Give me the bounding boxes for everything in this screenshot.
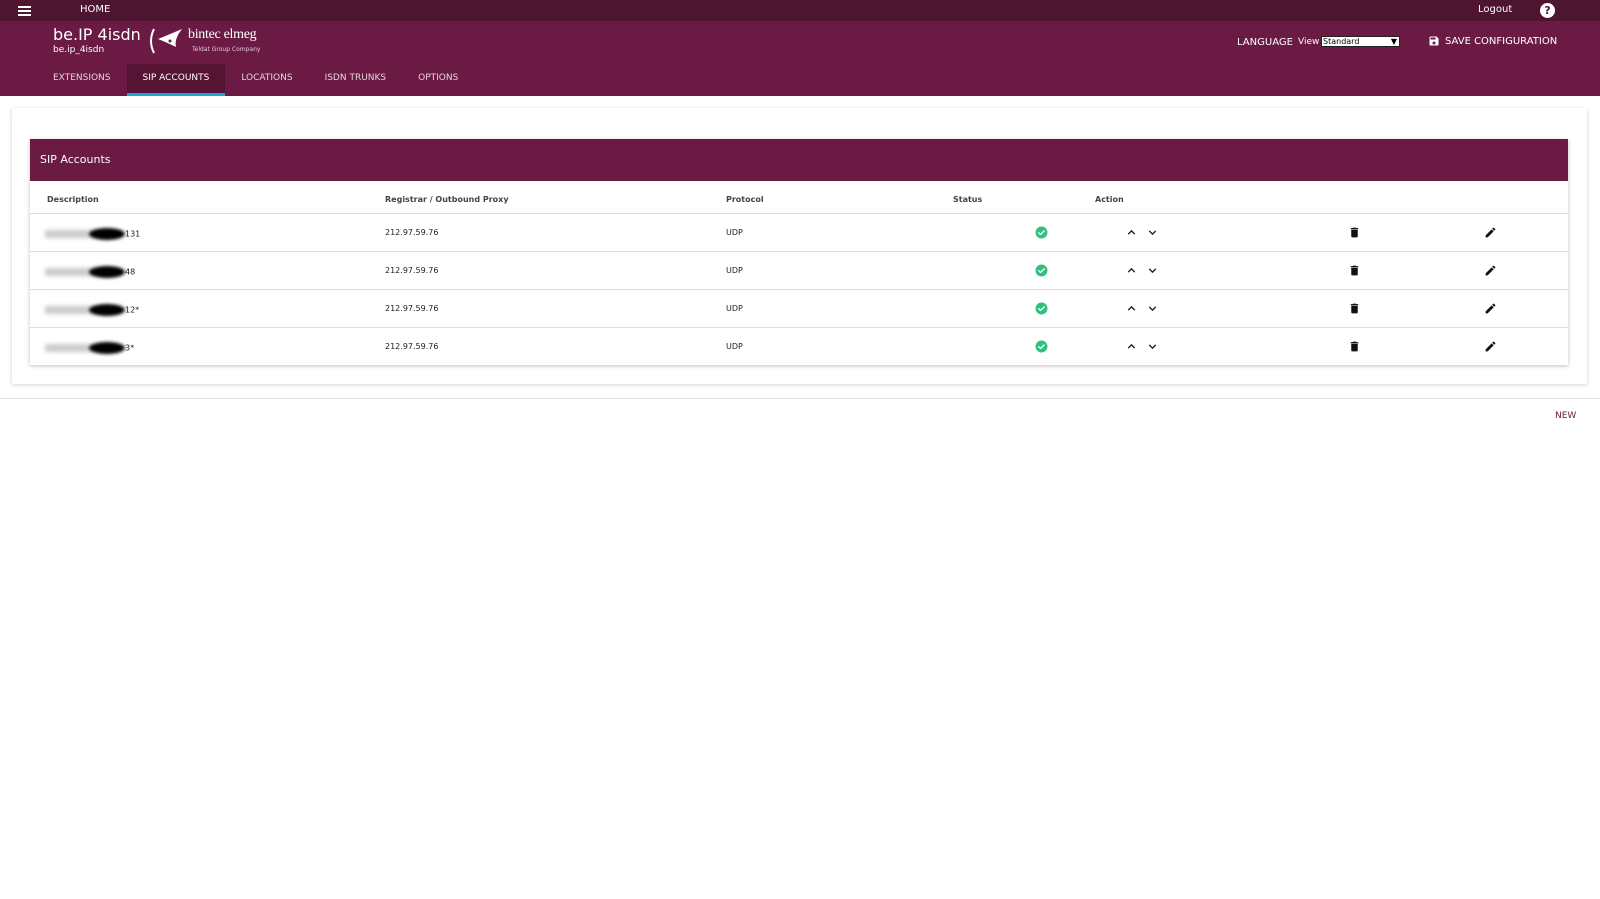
status-ok-icon	[1035, 340, 1048, 353]
redacted-text	[45, 306, 93, 314]
sip-accounts-panel: SIP Accounts Description Registrar / Out…	[30, 139, 1568, 365]
redaction-mark	[89, 228, 125, 240]
content-card: SIP Accounts Description Registrar / Out…	[12, 108, 1587, 384]
move-up-icon[interactable]	[1125, 340, 1138, 353]
reorder-controls	[1125, 226, 1159, 239]
save-icon	[1429, 36, 1439, 46]
protocol-cell: UDP	[726, 228, 743, 237]
table-header: Description Registrar / Outbound Proxy P…	[30, 181, 1568, 214]
tab-extensions[interactable]: EXTENSIONS	[37, 64, 127, 96]
redacted-text	[45, 268, 93, 276]
help-icon[interactable]: ?	[1540, 3, 1555, 18]
registrar-cell: 212.97.59.76	[385, 228, 439, 237]
device-subtitle: be.ip_4isdn	[53, 45, 105, 55]
tab-isdn-trunks[interactable]: ISDN TRUNKS	[309, 64, 403, 96]
description-cell: 48	[45, 266, 135, 278]
status-ok-icon	[1035, 302, 1048, 315]
column-status: Status	[953, 195, 983, 204]
move-down-icon[interactable]	[1146, 264, 1159, 277]
header: be.IP 4isdn be.ip_4isdn bintec elmeg Tel…	[0, 21, 1600, 96]
description-cell: 3*	[45, 342, 134, 354]
logo-subtext: Teldat Group Company	[192, 46, 261, 53]
tab-bar: EXTENSIONS SIP ACCOUNTS LOCATIONS ISDN T…	[37, 64, 474, 96]
description-suffix: 12*	[125, 305, 140, 315]
delete-icon[interactable]	[1348, 302, 1361, 315]
home-link[interactable]: HOME	[80, 4, 110, 15]
tab-options[interactable]: OPTIONS	[402, 64, 474, 96]
save-configuration-label: SAVE CONFIGURATION	[1445, 35, 1558, 47]
table-body: 131 212.97.59.76 UDP 48 212.97.59.76 UDP	[30, 214, 1568, 366]
delete-icon[interactable]	[1348, 340, 1361, 353]
menu-icon[interactable]	[18, 6, 31, 16]
top-bar: HOME Logout ?	[0, 0, 1600, 21]
description-cell: 131	[45, 228, 140, 240]
tab-locations[interactable]: LOCATIONS	[225, 64, 308, 96]
tab-sip-accounts[interactable]: SIP ACCOUNTS	[126, 64, 226, 96]
new-button[interactable]: NEW	[1555, 411, 1576, 421]
reorder-controls	[1125, 264, 1159, 277]
registrar-cell: 212.97.59.76	[385, 342, 439, 351]
column-registrar: Registrar / Outbound Proxy	[385, 195, 509, 204]
status-ok-icon	[1035, 226, 1048, 239]
delete-icon[interactable]	[1348, 264, 1361, 277]
dropdown-arrow-icon: ▼	[1390, 37, 1397, 46]
description-suffix: 131	[125, 229, 141, 239]
registrar-cell: 212.97.59.76	[385, 266, 439, 275]
view-select[interactable]: Standard ▼	[1321, 36, 1400, 47]
delete-icon[interactable]	[1348, 226, 1361, 239]
logo-text: bintec elmeg	[188, 27, 257, 42]
device-title: be.IP 4isdn	[53, 25, 141, 44]
table-row[interactable]: 131 212.97.59.76 UDP	[30, 214, 1568, 252]
edit-icon[interactable]	[1484, 226, 1497, 239]
redacted-text	[45, 230, 93, 238]
table-row[interactable]: 12* 212.97.59.76 UDP	[30, 290, 1568, 328]
edit-icon[interactable]	[1484, 340, 1497, 353]
move-down-icon[interactable]	[1146, 302, 1159, 315]
protocol-cell: UDP	[726, 342, 743, 351]
redaction-mark	[89, 304, 125, 316]
panel-title: SIP Accounts	[30, 139, 1568, 181]
status-ok-icon	[1035, 264, 1048, 277]
brand-logo: bintec elmeg Teldat Group Company	[148, 25, 260, 59]
edit-icon[interactable]	[1484, 264, 1497, 277]
move-down-icon[interactable]	[1146, 226, 1159, 239]
description-suffix: 3*	[125, 343, 135, 353]
description-suffix: 48	[125, 267, 136, 277]
reorder-controls	[1125, 302, 1159, 315]
edit-icon[interactable]	[1484, 302, 1497, 315]
protocol-cell: UDP	[726, 304, 743, 313]
reorder-controls	[1125, 340, 1159, 353]
table-row[interactable]: 3* 212.97.59.76 UDP	[30, 328, 1568, 366]
protocol-cell: UDP	[726, 266, 743, 275]
description-cell: 12*	[45, 304, 139, 316]
bird-logo-icon	[150, 28, 182, 54]
move-down-icon[interactable]	[1146, 340, 1159, 353]
column-protocol: Protocol	[726, 195, 764, 204]
redaction-mark	[89, 266, 125, 278]
move-up-icon[interactable]	[1125, 264, 1138, 277]
save-configuration-button[interactable]: SAVE CONFIGURATION	[1428, 35, 1557, 47]
logout-link[interactable]: Logout	[1478, 4, 1512, 15]
view-label: View	[1298, 37, 1320, 47]
column-description: Description	[47, 195, 99, 204]
move-up-icon[interactable]	[1125, 226, 1138, 239]
table-row[interactable]: 48 212.97.59.76 UDP	[30, 252, 1568, 290]
divider	[0, 398, 1600, 399]
view-select-value: Standard	[1323, 37, 1360, 46]
registrar-cell: 212.97.59.76	[385, 304, 439, 313]
redacted-text	[45, 344, 93, 352]
move-up-icon[interactable]	[1125, 302, 1138, 315]
redaction-mark	[89, 342, 125, 354]
column-action: Action	[1095, 195, 1124, 204]
language-button[interactable]: LANGUAGE	[1237, 37, 1293, 48]
